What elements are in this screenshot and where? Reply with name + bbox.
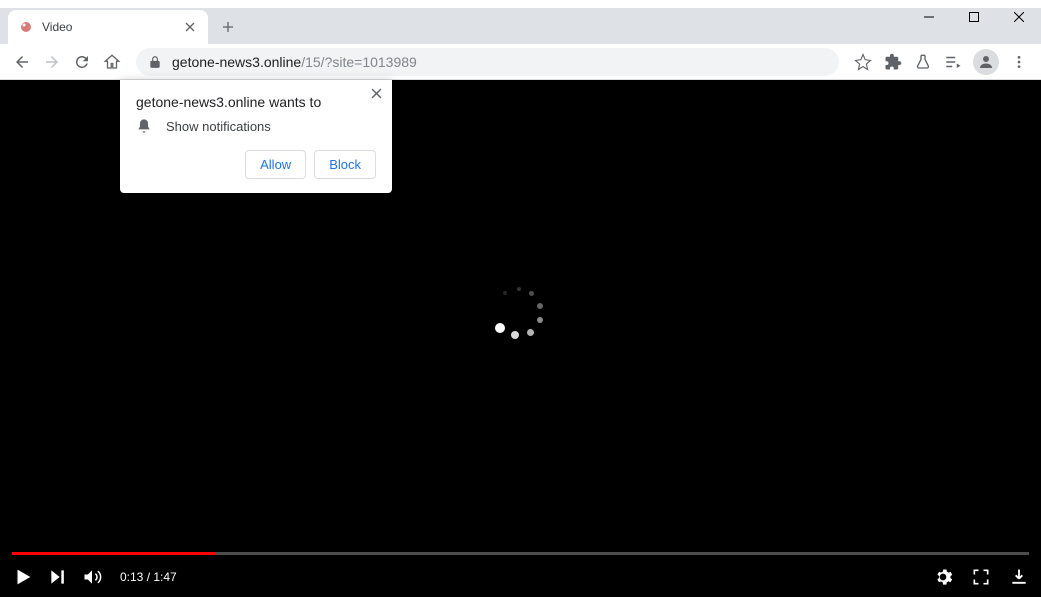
video-time-display: 0:13 / 1:47: [120, 570, 177, 584]
extensions-button[interactable]: [879, 48, 907, 76]
new-tab-button[interactable]: [214, 13, 242, 41]
loading-spinner: [493, 285, 549, 341]
profile-avatar[interactable]: [973, 49, 999, 75]
window-close-button[interactable]: [996, 0, 1041, 34]
notification-permission-popup: getone-news3.online wants to Show notifi…: [120, 80, 392, 193]
forward-button[interactable]: [38, 48, 66, 76]
reload-button[interactable]: [68, 48, 96, 76]
tab-bar: Video: [0, 8, 1041, 44]
address-bar[interactable]: getone-news3.online/15/?site=1013989: [136, 48, 839, 76]
duration: 1:47: [153, 570, 176, 584]
lock-icon: [148, 55, 162, 69]
labs-button[interactable]: [909, 48, 937, 76]
media-button[interactable]: [939, 48, 967, 76]
video-player-area[interactable]: getone-news3.online wants to Show notifi…: [0, 80, 1041, 597]
next-button[interactable]: [48, 567, 68, 587]
video-controls-bar: 0:13 / 1:47: [0, 557, 1041, 597]
url-domain: getone-news3.online: [172, 54, 301, 70]
download-button[interactable]: [1009, 567, 1029, 587]
allow-button[interactable]: Allow: [245, 150, 306, 179]
browser-toolbar: getone-news3.online/15/?site=1013989: [0, 44, 1041, 80]
browser-tab[interactable]: Video: [8, 10, 208, 44]
tab-close-icon[interactable]: [182, 19, 198, 35]
notification-body-text: Show notifications: [166, 119, 271, 134]
fullscreen-button[interactable]: [971, 567, 991, 587]
bell-icon: [136, 118, 152, 134]
video-progress-bar[interactable]: [12, 552, 1029, 555]
play-button[interactable]: [12, 566, 34, 588]
back-button[interactable]: [8, 48, 36, 76]
url-path: /15/?site=1013989: [301, 54, 417, 70]
block-button[interactable]: Block: [314, 150, 376, 179]
tab-title: Video: [42, 20, 182, 34]
current-time: 0:13: [120, 570, 143, 584]
menu-button[interactable]: [1005, 48, 1033, 76]
bookmark-button[interactable]: [849, 48, 877, 76]
home-button[interactable]: [98, 48, 126, 76]
video-progress-fill: [12, 552, 215, 555]
volume-button[interactable]: [82, 567, 102, 587]
notification-title: getone-news3.online wants to: [136, 94, 376, 110]
maximize-button[interactable]: [951, 0, 996, 34]
notification-close-icon[interactable]: [371, 88, 382, 99]
tab-favicon-icon: [18, 19, 34, 35]
settings-button[interactable]: [933, 567, 953, 587]
minimize-button[interactable]: [906, 0, 951, 34]
window-controls: [906, 0, 1041, 34]
url-text: getone-news3.online/15/?site=1013989: [172, 54, 827, 70]
